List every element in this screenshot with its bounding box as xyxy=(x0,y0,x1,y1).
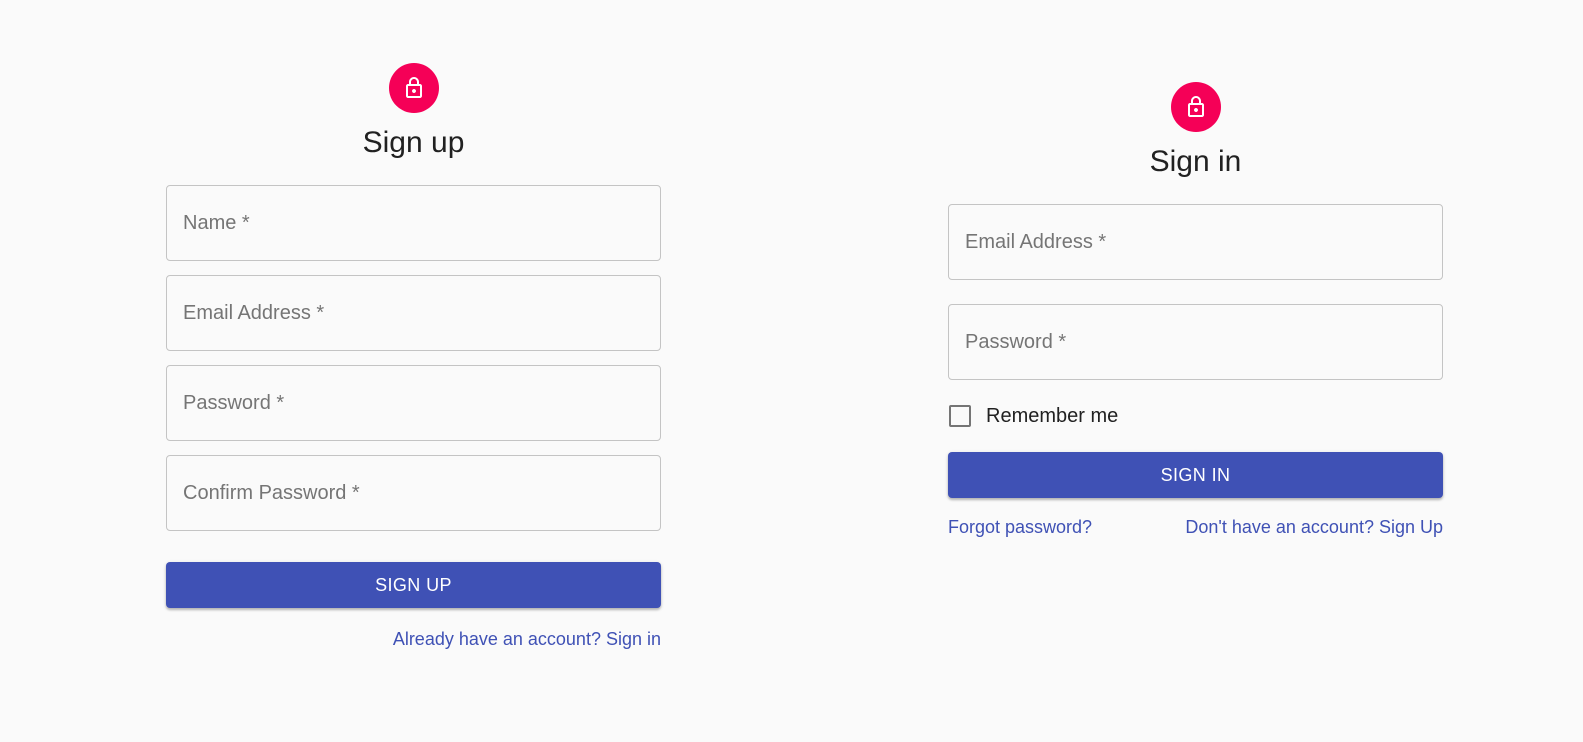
name-field[interactable] xyxy=(166,185,661,261)
signin-footer: Forgot password? Don't have an account? … xyxy=(948,517,1443,538)
signup-form: Sign up Sign Up Already have an account?… xyxy=(166,63,661,650)
signup-email-input[interactable] xyxy=(167,276,660,350)
confirm-password-input[interactable] xyxy=(167,456,660,530)
remember-label: Remember me xyxy=(986,404,1119,427)
signup-email-field[interactable] xyxy=(166,275,661,351)
signin-email-field[interactable] xyxy=(948,204,1443,280)
signin-password-field[interactable] xyxy=(948,304,1443,380)
signup-title: Sign up xyxy=(362,126,465,159)
signin-link[interactable]: Already have an account? Sign in xyxy=(393,629,661,649)
signup-button[interactable]: Sign Up xyxy=(166,562,661,608)
signin-form: Sign in Remember me Sign In Forgot passw… xyxy=(948,82,1443,538)
lock-icon xyxy=(405,77,422,98)
signup-password-field[interactable] xyxy=(166,365,661,441)
signup-link[interactable]: Don't have an account? Sign Up xyxy=(1185,517,1443,538)
remember-checkbox[interactable] xyxy=(949,405,971,427)
signup-footer: Already have an account? Sign in xyxy=(166,629,661,650)
signin-button[interactable]: Sign In xyxy=(948,452,1443,498)
signup-password-input[interactable] xyxy=(167,366,660,440)
lock-icon xyxy=(1187,96,1204,117)
signin-avatar xyxy=(1170,82,1221,132)
name-input[interactable] xyxy=(167,186,660,260)
signin-email-input[interactable] xyxy=(949,205,1442,279)
signup-avatar xyxy=(388,63,439,113)
signin-password-input[interactable] xyxy=(949,305,1442,379)
forgot-password-link[interactable]: Forgot password? xyxy=(948,517,1092,538)
remember-me[interactable]: Remember me xyxy=(948,395,1443,437)
signin-title: Sign in xyxy=(1149,145,1242,178)
confirm-password-field[interactable] xyxy=(166,455,661,531)
